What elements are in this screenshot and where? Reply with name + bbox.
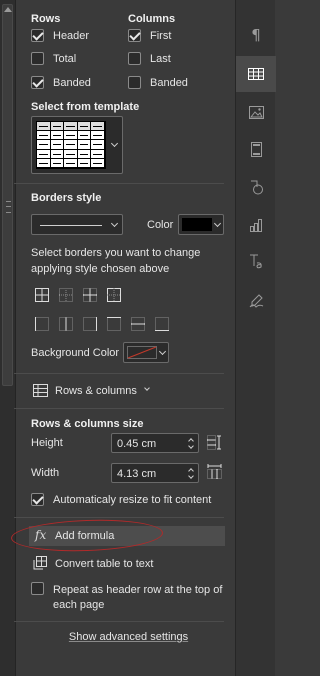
show-advanced-settings-link[interactable]: Show advanced settings xyxy=(0,631,257,643)
first-column-checkbox[interactable] xyxy=(128,29,141,42)
last-column-label: Last xyxy=(150,53,171,65)
all-borders-icon[interactable] xyxy=(35,288,49,302)
border-color-picker[interactable] xyxy=(178,214,224,235)
image-icon xyxy=(248,105,264,119)
paragraph-settings-button[interactable]: ¶ xyxy=(236,17,276,53)
rows-columns-label: Rows & columns xyxy=(55,385,137,397)
columns-header: Columns xyxy=(128,13,176,25)
banded-rows-label: Banded xyxy=(53,77,91,89)
last-column-checkbox[interactable] xyxy=(128,52,141,65)
inner-vertical-border-icon[interactable] xyxy=(59,317,73,331)
template-picker[interactable] xyxy=(31,116,123,174)
scrollbar[interactable] xyxy=(2,4,13,386)
right-toolbar: ¶ xyxy=(235,0,276,676)
shape-settings-button[interactable] xyxy=(236,169,276,205)
image-settings-button[interactable] xyxy=(236,94,276,130)
scroll-grip-icon[interactable] xyxy=(6,201,11,213)
text-art-settings-button[interactable] xyxy=(236,244,276,280)
divider xyxy=(14,183,224,184)
total-row-label: Total xyxy=(53,53,77,65)
signature-settings-button[interactable] xyxy=(236,282,276,318)
inner-borders-icon[interactable] xyxy=(83,288,97,302)
width-label: Width xyxy=(31,467,60,479)
chevron-down-icon xyxy=(144,385,150,391)
color-swatch xyxy=(182,218,212,231)
divider xyxy=(14,621,224,622)
inner-horizontal-border-icon[interactable] xyxy=(131,317,145,331)
distribute-rows-icon[interactable] xyxy=(207,435,222,450)
no-borders-icon[interactable] xyxy=(59,288,73,302)
table-rows-columns-icon xyxy=(33,384,48,397)
no-fill-icon xyxy=(127,346,157,359)
divider xyxy=(14,408,224,409)
chart-icon xyxy=(250,219,262,232)
table-settings-button[interactable] xyxy=(236,56,276,92)
header-row-label: Header xyxy=(53,30,90,42)
border-style-select[interactable] xyxy=(31,214,123,235)
total-row-checkbox[interactable] xyxy=(31,52,44,65)
banded-columns-checkbox[interactable] xyxy=(128,76,141,89)
header-row-checkbox[interactable] xyxy=(31,29,44,42)
paragraph-icon: ¶ xyxy=(251,26,261,44)
size-header: Rows & columns size xyxy=(31,418,144,430)
chevron-down-icon xyxy=(110,139,119,148)
row-height-spinner[interactable]: 0.45 cm xyxy=(111,433,199,453)
banded-rows-checkbox[interactable] xyxy=(31,76,44,89)
table-icon xyxy=(248,68,264,80)
divider xyxy=(14,373,224,374)
bottom-border-icon[interactable] xyxy=(155,317,169,331)
distribute-columns-icon[interactable] xyxy=(207,464,222,479)
first-column-label: First xyxy=(150,30,172,42)
top-border-icon[interactable] xyxy=(107,317,121,331)
rows-header: Rows xyxy=(31,13,61,25)
column-width-spinner[interactable]: 4.13 cm xyxy=(111,463,199,483)
repeat-header-checkbox[interactable] xyxy=(31,582,44,595)
decrement-icon[interactable] xyxy=(188,443,194,449)
decrement-icon[interactable] xyxy=(188,473,194,479)
borders-hint: Select borders you want to change applyi… xyxy=(31,247,201,275)
left-border-icon[interactable] xyxy=(35,317,49,331)
outer-borders-icon[interactable] xyxy=(107,288,121,302)
template-header: Select from template xyxy=(31,101,140,113)
row-height-value: 0.45 cm xyxy=(117,438,157,450)
header-footer-icon xyxy=(250,141,262,157)
background-color-picker[interactable] xyxy=(123,342,169,363)
banded-columns-label: Banded xyxy=(150,77,188,89)
shape-icon xyxy=(250,180,263,194)
chevron-down-icon xyxy=(110,219,119,228)
scroll-up-icon[interactable] xyxy=(4,7,12,12)
header-footer-settings-button[interactable] xyxy=(236,131,276,167)
text-art-icon xyxy=(250,254,262,269)
background-color-label: Background Color xyxy=(31,347,120,359)
border-line-preview xyxy=(40,225,102,226)
chevron-down-icon xyxy=(213,219,222,228)
signature-icon xyxy=(249,293,263,308)
convert-label: Convert table to text xyxy=(55,558,154,570)
chevron-down-icon xyxy=(158,347,167,356)
borders-header: Borders style xyxy=(31,192,102,204)
height-label: Height xyxy=(31,437,63,449)
template-preview xyxy=(36,121,106,169)
autoresize-checkbox[interactable] xyxy=(31,493,44,506)
right-border-icon[interactable] xyxy=(83,317,97,331)
rows-columns-menu[interactable]: Rows & columns xyxy=(31,382,161,400)
column-width-value: 4.13 cm xyxy=(117,468,157,480)
autoresize-label: Automaticaly resize to fit content xyxy=(53,494,212,506)
border-color-label: Color xyxy=(147,219,174,231)
divider xyxy=(14,517,224,518)
convert-to-text-icon xyxy=(33,556,47,570)
convert-table-to-text-button[interactable]: Convert table to text xyxy=(29,555,225,573)
chart-settings-button[interactable] xyxy=(236,207,276,243)
left-scroll-strip xyxy=(0,0,16,676)
repeat-header-label: Repeat as header row at the top of each … xyxy=(53,584,223,611)
